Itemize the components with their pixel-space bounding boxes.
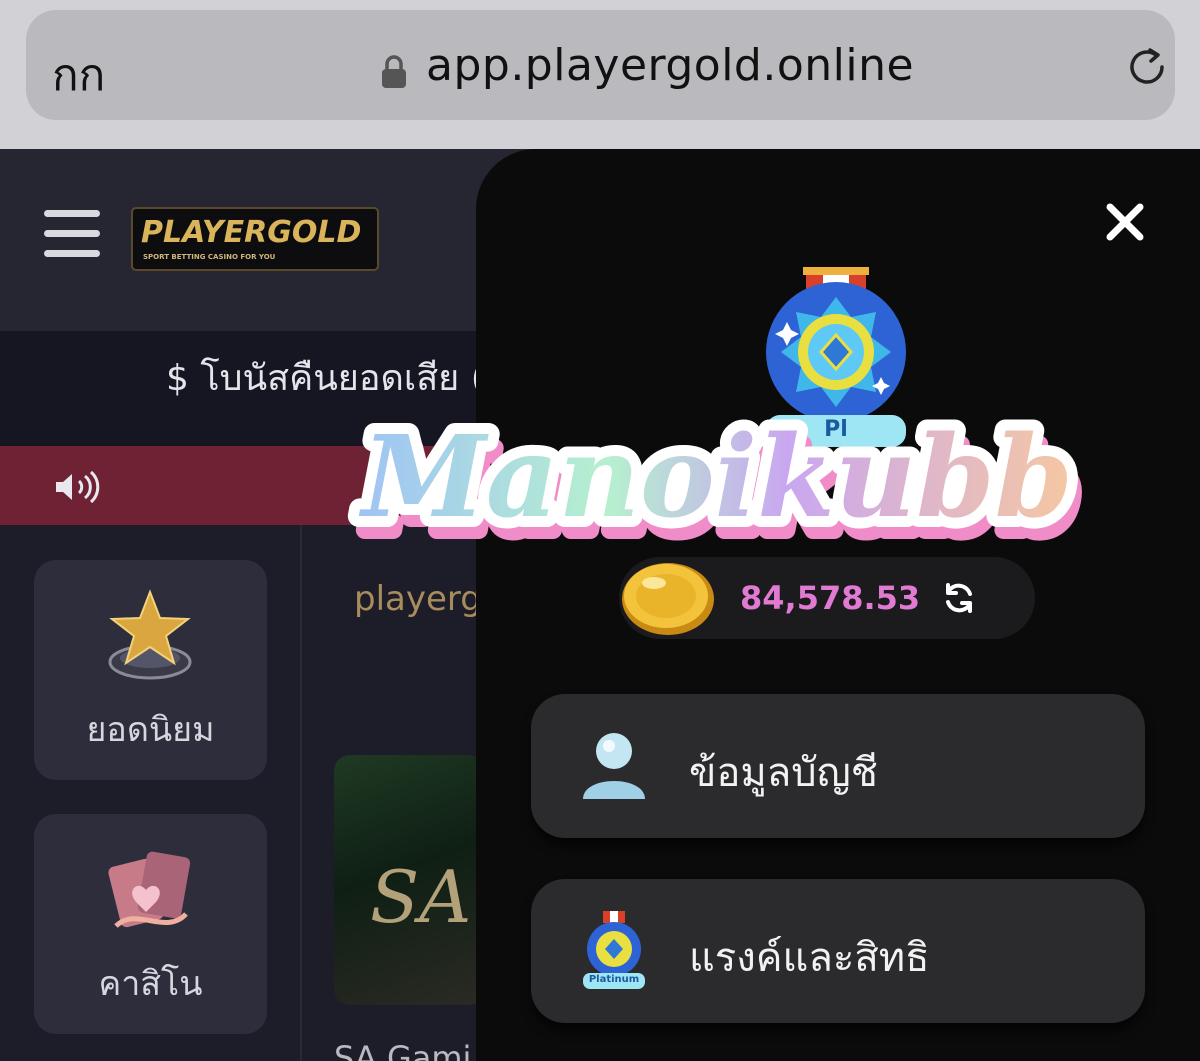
hamburger-menu-icon[interactable] <box>44 210 100 258</box>
balance-amount: 84,578.53 <box>740 579 921 617</box>
sidebar-divider <box>300 525 302 1061</box>
gold-coin-icon <box>618 559 718 643</box>
user-icon <box>581 731 647 805</box>
category-tile-popular[interactable]: ยอดนิยม <box>34 560 267 780</box>
menu-item-account-info[interactable]: ข้อมูลบัญชี <box>531 694 1145 838</box>
speaker-icon <box>52 470 102 507</box>
category-label: คาสิโน <box>98 964 203 1004</box>
logo-tagline: SPORT BETTING CASINO FOR YOU <box>143 253 276 261</box>
site-logo[interactable]: PLAYERGOLD SPORT BETTING CASINO FOR YOU <box>131 207 379 271</box>
badge-label: Pl <box>824 417 848 442</box>
lock-icon <box>380 54 408 94</box>
account-drawer: Pl 84,578.53 ข้อมูลบัญชี Platinum แรงค์แ… <box>476 149 1200 1061</box>
sa-gaming-logo: SA <box>370 855 472 939</box>
category-sidebar: ยอดนิยม คาสิโน <box>0 525 300 1061</box>
playing-cards-icon <box>106 846 196 940</box>
logo-text: PLAYERGOLD <box>141 215 362 250</box>
url-text[interactable]: app.playergold.online <box>426 40 914 91</box>
badge-text: Platinum <box>588 974 640 985</box>
category-tile-casino[interactable]: คาสิโน <box>34 814 267 1034</box>
close-icon[interactable] <box>1104 201 1146 243</box>
star-chip-icon <box>104 588 196 688</box>
browser-chrome: กก app.playergold.online <box>0 0 1200 149</box>
game-card-caption: SA Gami <box>334 1039 472 1061</box>
menu-item-label: แรงค์และสิทธิ <box>689 935 930 981</box>
bonus-text: $ โบนัสคืนยอดเสีย ( <box>166 358 485 399</box>
refresh-balance-icon[interactable] <box>942 581 976 619</box>
reload-icon[interactable] <box>1124 44 1170 94</box>
platinum-badge-icon: Platinum <box>581 911 647 995</box>
provider-heading: playerg <box>354 579 482 619</box>
address-bar[interactable]: กก app.playergold.online <box>26 10 1175 120</box>
menu-item-label: ข้อมูลบัญชี <box>689 750 878 796</box>
platinum-rank-badge-icon: Pl <box>761 267 911 452</box>
text-size-button[interactable]: กก <box>52 40 105 110</box>
category-label: ยอดนิยม <box>86 710 215 750</box>
menu-item-rank-privileges[interactable]: Platinum แรงค์และสิทธิ <box>531 879 1145 1023</box>
game-card-sa-gaming[interactable]: SA <box>334 755 484 1005</box>
